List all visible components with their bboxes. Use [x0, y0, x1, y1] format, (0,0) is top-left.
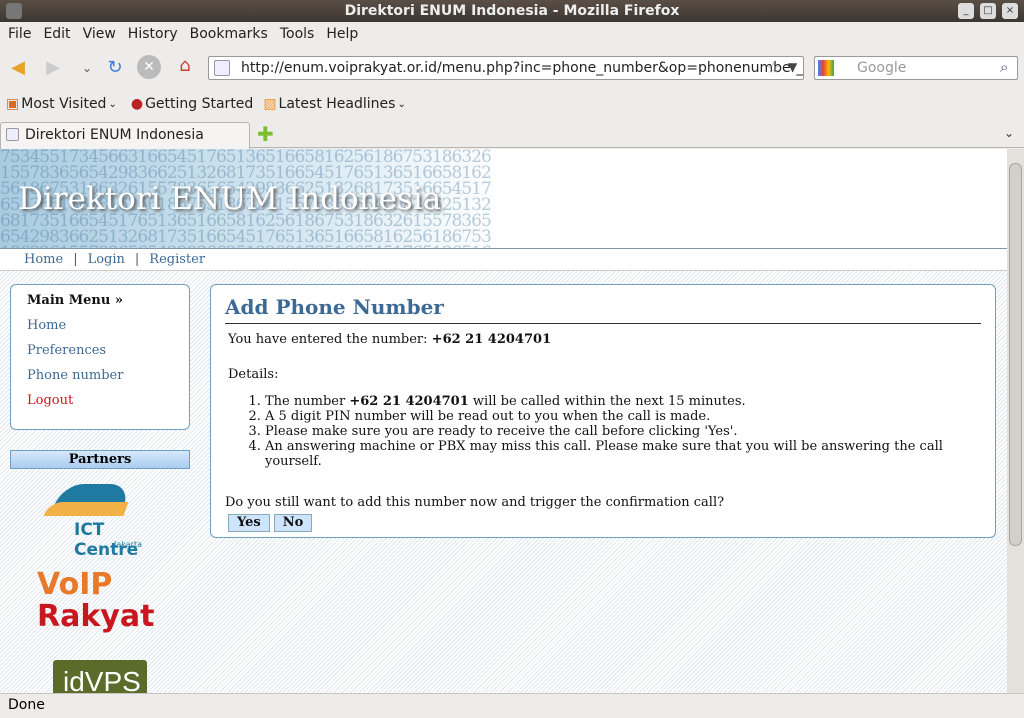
window-title: Direktori ENUM Indonesia - Mozilla Firef… — [345, 3, 680, 19]
menu-tools[interactable]: Tools — [274, 22, 321, 47]
bookmark-star-icon[interactable]: ☆ — [766, 58, 780, 77]
rss-icon: ▧ — [263, 96, 276, 112]
nav-register[interactable]: Register — [149, 252, 205, 267]
idvps-text: idVPS — [63, 666, 141, 693]
details-list: The number +62 21 4204701 will be called… — [265, 394, 981, 469]
detail-text: The number — [265, 394, 345, 409]
sidebar-item-home[interactable]: Home — [27, 318, 173, 343]
most-visited-icon: ▣ — [6, 96, 19, 112]
details-label: Details: — [228, 367, 981, 382]
entered-label: You have entered the number: — [228, 332, 428, 347]
title-bar: Direktori ENUM Indonesia - Mozilla Firef… — [0, 0, 1024, 22]
chevron-down-icon: ⌄ — [108, 99, 116, 110]
detail-item: Please make sure you are ready to receiv… — [265, 424, 981, 439]
tab-label: Direktori ENUM Indonesia — [25, 127, 204, 143]
rakyat-text: Rakyat — [37, 601, 154, 633]
no-button[interactable]: No — [274, 514, 313, 532]
google-engine-icon[interactable] — [818, 60, 834, 76]
window-menu-icon[interactable] — [6, 3, 22, 19]
minimize-button[interactable]: _ — [958, 3, 974, 19]
page-icon — [6, 128, 19, 141]
page-content: 7534551734566316654517651365166581625618… — [0, 149, 1007, 693]
entered-number: +62 21 4204701 — [432, 332, 551, 347]
detail-item: The number +62 21 4204701 will be called… — [265, 394, 981, 409]
bookmark-latest-headlines[interactable]: Latest Headlines — [279, 96, 396, 112]
status-text: Done — [8, 697, 45, 713]
sidebar-item-logout[interactable]: Logout — [27, 393, 173, 418]
sidebar-item-phone-number[interactable]: Phone number — [27, 368, 173, 393]
status-bar: Done — [0, 693, 1024, 718]
voip-rakyat-logo[interactable]: VoIP Rakyat — [37, 569, 154, 633]
nav-home[interactable]: Home — [24, 252, 63, 267]
stop-icon[interactable]: ✕ — [137, 55, 161, 79]
voip-text: VoIP — [37, 569, 154, 601]
bookmark-getting-started[interactable]: Getting Started — [145, 96, 253, 112]
search-placeholder: Google — [857, 60, 906, 76]
tab-direktori-enum[interactable]: Direktori ENUM Indonesia — [0, 122, 250, 149]
bookmarks-toolbar: ▣Most Visited⌄ ●Getting Started ▧Latest … — [0, 88, 1024, 120]
menu-edit[interactable]: Edit — [37, 22, 76, 47]
sidebar-item-preferences[interactable]: Preferences — [27, 343, 173, 368]
tab-list-icon[interactable]: ⌄ — [1004, 126, 1014, 140]
reload-icon[interactable]: ↻ — [102, 55, 128, 81]
menu-bar: File Edit View History Bookmarks Tools H… — [0, 22, 1024, 47]
detail-number: +62 21 4204701 — [349, 394, 468, 409]
yes-button[interactable]: Yes — [228, 514, 270, 532]
forward-icon[interactable]: ▶ — [40, 55, 66, 81]
page-heading: Add Phone Number — [225, 295, 981, 324]
idvps-logo[interactable]: idVPS — [53, 660, 147, 693]
site-header: 7534551734566316654517651365166581625618… — [0, 149, 1007, 249]
url-dropdown-icon[interactable]: ▼ — [788, 60, 797, 74]
menu-help[interactable]: Help — [320, 22, 364, 47]
detail-item: A 5 digit PIN number will be read out to… — [265, 409, 981, 424]
menu-bookmarks[interactable]: Bookmarks — [184, 22, 274, 47]
url-text: http://enum.voiprakyat.or.id/menu.php?in… — [241, 60, 804, 76]
site-title: Direktori ENUM Indonesia — [18, 181, 441, 217]
confirm-question: Do you still want to add this number now… — [225, 495, 981, 510]
close-button[interactable]: × — [1002, 3, 1018, 19]
getting-started-icon: ● — [131, 96, 143, 112]
back-icon[interactable]: ◀ — [5, 55, 31, 81]
history-dropdown-icon[interactable]: ⌄ — [74, 55, 100, 81]
scrollbar-thumb[interactable] — [1009, 163, 1022, 546]
menu-file[interactable]: File — [2, 22, 37, 47]
jakarta-text: Jakarta — [114, 540, 142, 549]
top-nav: Home | Login | Register — [0, 249, 1007, 271]
ict-centre-logo[interactable]: ICT Centre Jakarta — [44, 484, 159, 554]
chevron-down-icon: ⌄ — [397, 99, 405, 110]
detail-item: An answering machine or PBX may miss thi… — [265, 439, 981, 469]
main-menu-title: Main Menu » — [27, 293, 173, 318]
search-magnifier-icon[interactable]: ⌕ — [1000, 58, 1008, 76]
new-tab-icon[interactable]: ✚ — [257, 122, 274, 146]
menu-view[interactable]: View — [77, 22, 122, 47]
menu-history[interactable]: History — [122, 22, 184, 47]
add-phone-panel: Add Phone Number You have entered the nu… — [210, 284, 996, 538]
home-icon[interactable]: ⌂ — [172, 53, 198, 79]
bookmark-most-visited[interactable]: Most Visited — [21, 96, 106, 112]
url-bar[interactable]: http://enum.voiprakyat.or.id/menu.php?in… — [208, 56, 804, 80]
search-input[interactable]: Google — [814, 56, 1018, 80]
main-menu: Main Menu » Home Preferences Phone numbe… — [10, 284, 190, 430]
nav-separator: | — [73, 252, 77, 267]
nav-separator: | — [135, 252, 139, 267]
site-identity-icon[interactable] — [214, 60, 230, 76]
partners-heading: Partners — [10, 450, 190, 469]
nav-login[interactable]: Login — [88, 252, 125, 267]
detail-text: will be called within the next 15 minute… — [473, 394, 746, 409]
maximize-button[interactable]: □ — [980, 3, 996, 19]
